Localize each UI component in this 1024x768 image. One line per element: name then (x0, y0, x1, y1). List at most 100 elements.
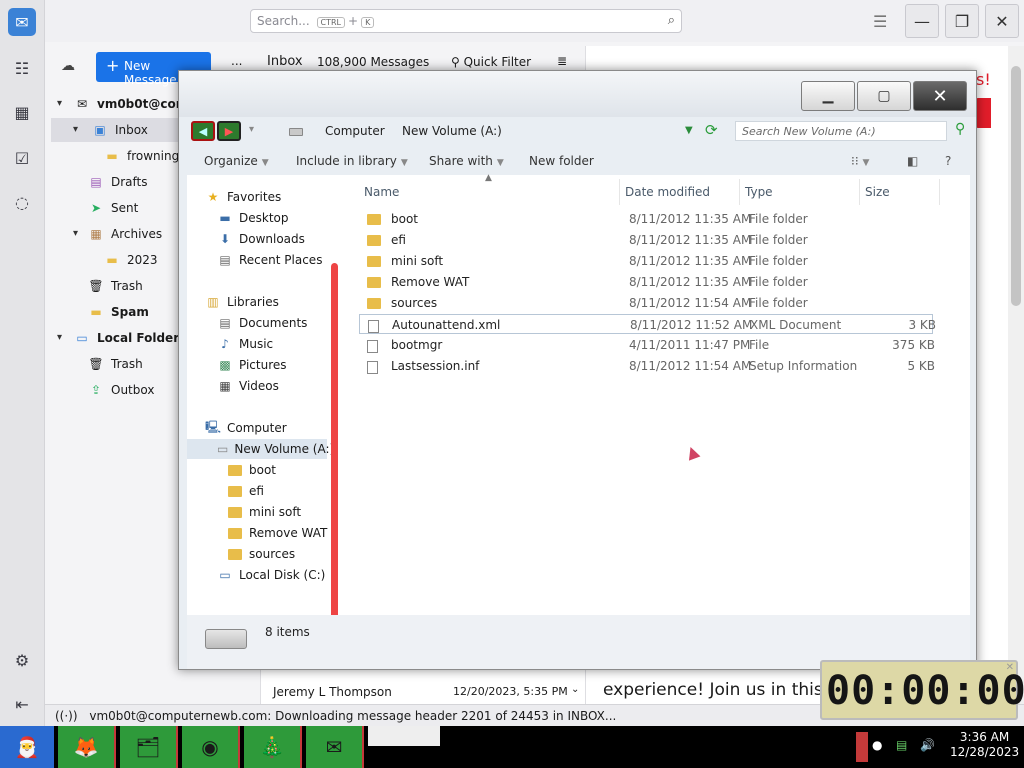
collapse-spaces-icon[interactable]: ⇤ (8, 690, 36, 718)
activity-icon: ((·)) (55, 709, 78, 723)
table-row[interactable]: Jeremy L Thompson 12/20/2023, 5:35 PM ⌄ (261, 682, 585, 702)
nav-music[interactable]: ♪ Music (217, 334, 273, 354)
archives-twisty-icon[interactable]: ▾ (73, 228, 78, 239)
nav-documents[interactable]: ▤ Documents (217, 313, 307, 333)
view-options-icon[interactable]: ⁝⁝ ▼ (851, 154, 869, 168)
nav-downloads[interactable]: ⬇ Downloads (217, 229, 305, 249)
taskbar-explorer[interactable]: 🗂 (120, 726, 178, 768)
search-icon[interactable]: ⚲ (955, 121, 965, 137)
nav-folder-remove-wat[interactable]: Remove WAT (227, 523, 327, 543)
taskbar-firefox[interactable]: 🦊 (58, 726, 116, 768)
column-size[interactable]: Size (865, 185, 890, 199)
chat-icon[interactable]: ◌ (8, 188, 36, 216)
nav-videos[interactable]: ▦ Videos (217, 376, 279, 396)
column-separator[interactable] (939, 179, 940, 205)
calendar-icon[interactable]: ▦ (8, 98, 36, 126)
reader-red-button[interactable] (975, 98, 991, 128)
preview-pane-icon[interactable]: ◧ (907, 154, 918, 168)
table-row[interactable]: mini soft 8/11/2012 11:35 AM File folder (359, 251, 933, 271)
mail-space-icon[interactable]: ✉ (8, 8, 36, 36)
network-icon[interactable]: ▤ (896, 738, 907, 752)
explorer-close-button[interactable]: ✕ (913, 81, 967, 111)
app-menu-icon[interactable]: ☰ (873, 12, 887, 31)
nav-local-disk[interactable]: ▭ Local Disk (C:) (217, 565, 325, 585)
restore-button[interactable]: ❐ (945, 4, 979, 38)
column-separator[interactable] (739, 179, 740, 205)
taskbar-chrome[interactable]: ◉ (182, 726, 240, 768)
local-folders-twisty-icon[interactable]: ▾ (57, 332, 62, 343)
scroll-down-icon[interactable]: ⌄ (571, 684, 579, 695)
column-name[interactable]: Name (364, 185, 399, 199)
clock-widget[interactable]: 00:00:00 ✕ (820, 660, 1024, 720)
more-button[interactable]: ... (231, 54, 242, 68)
settings-gear-icon[interactable]: ⚙ (8, 646, 36, 674)
address-book-icon[interactable]: ☷ (8, 54, 36, 82)
share-with-button[interactable]: Share with ▼ (429, 154, 504, 168)
tray-clock[interactable]: 3:36 AM 12/28/2023 (950, 730, 1019, 760)
start-button[interactable]: 🎅 (0, 726, 54, 768)
tasks-icon[interactable]: ☑ (8, 144, 36, 172)
table-row[interactable]: boot 8/11/2012 11:35 AM File folder (359, 209, 933, 229)
message-date: 12/20/2023, 5:35 PM (453, 685, 568, 698)
tray-dot-icon: ● (872, 738, 883, 752)
taskbar-tree[interactable]: 🎄 (244, 726, 302, 768)
column-separator[interactable] (859, 179, 860, 205)
taskbar-window-tab[interactable] (368, 726, 440, 746)
widget-close-icon[interactable]: ✕ (1006, 662, 1014, 673)
explorer-minimize-button[interactable]: ▁ (801, 81, 855, 111)
back-button[interactable]: ◀ (191, 121, 215, 141)
nav-recent-places[interactable]: ▤ Recent Places (217, 250, 322, 270)
breadcrumb-computer[interactable]: Computer (325, 124, 385, 138)
taskbar-thunderbird[interactable]: ✉ (306, 726, 364, 768)
search-placeholder: Search New Volume (A:) (742, 125, 876, 138)
list-options-icon[interactable]: ≣ (557, 54, 567, 68)
inbox-twisty-icon[interactable]: ▾ (73, 124, 78, 135)
nav-scrollbar[interactable] (330, 263, 339, 663)
nav-folder-sources[interactable]: sources (227, 544, 295, 564)
table-row[interactable]: Lastsession.inf 8/11/2012 11:54 AM Setup I… (359, 356, 935, 376)
column-separator[interactable] (619, 179, 620, 205)
help-icon[interactable]: ? (945, 154, 951, 168)
column-type[interactable]: Type (745, 185, 773, 199)
nav-favorites[interactable]: ★ Favorites (205, 187, 282, 207)
nav-computer[interactable]: 🖳 Computer (205, 418, 287, 438)
volume-icon[interactable]: 🔊 (920, 738, 935, 752)
nav-folder-efi[interactable]: efi (227, 481, 264, 501)
table-row[interactable]: bootmgr 4/11/2011 11:47 PM File 375 KB (359, 335, 935, 355)
table-row[interactable]: Remove WAT 8/11/2012 11:35 AM File folder (359, 272, 933, 292)
account-twisty-icon[interactable]: ▾ (57, 98, 62, 109)
explorer-search-input[interactable]: Search New Volume (A:) (735, 121, 947, 141)
folder-icon: ▬ (106, 253, 118, 267)
history-dropdown-icon[interactable]: ▾ (249, 124, 254, 135)
music-icon: ♪ (221, 337, 229, 351)
nav-pictures[interactable]: ▩ Pictures (217, 355, 286, 375)
table-row[interactable]: sources 8/11/2012 11:54 AM File folder (359, 293, 933, 313)
nav-folder-mini-soft[interactable]: mini soft (227, 502, 301, 522)
close-button[interactable]: ✕ (985, 4, 1019, 38)
include-in-library-button[interactable]: Include in library ▼ (296, 154, 408, 168)
column-date-modified[interactable]: Date modified (625, 185, 710, 199)
quick-filter-button[interactable]: ⚲ Quick Filter (451, 55, 531, 69)
nav-scrollbar-thumb[interactable] (331, 263, 338, 623)
global-search-input[interactable]: Search... CTRL + K ⌕ (250, 9, 682, 33)
explorer-titlebar[interactable]: ▁ ▢ ✕ (179, 71, 976, 117)
nav-folder-boot[interactable]: boot (227, 460, 276, 480)
nav-label: Computer (227, 421, 287, 435)
nav-desktop[interactable]: ▬ Desktop (217, 208, 288, 228)
folder-icon (367, 277, 381, 288)
new-folder-button[interactable]: New folder (529, 154, 594, 168)
forward-button[interactable]: ▶ (217, 121, 241, 141)
nav-libraries[interactable]: ▥ Libraries (205, 292, 279, 312)
address-dropdown-icon[interactable]: ▼ (685, 125, 693, 136)
nav-new-volume[interactable]: ▭ New Volume (A:) (187, 439, 334, 459)
refresh-icon[interactable]: ⟳ (705, 121, 718, 139)
organize-button[interactable]: Organize ▼ (204, 154, 269, 168)
scrollbar-thumb[interactable] (1011, 66, 1021, 306)
breadcrumb-volume[interactable]: New Volume (A:) (402, 124, 502, 138)
table-row[interactable]: efi 8/11/2012 11:35 AM File folder (359, 230, 933, 250)
explorer-maximize-button[interactable]: ▢ (857, 81, 911, 111)
reader-scrollbar[interactable] (1008, 46, 1024, 704)
minimize-button[interactable]: — (905, 4, 939, 38)
table-row-selected[interactable]: Autounattend.xml 8/11/2012 11:52 AM XML Do… (359, 314, 936, 334)
get-messages-icon[interactable]: ☁ (61, 58, 75, 74)
